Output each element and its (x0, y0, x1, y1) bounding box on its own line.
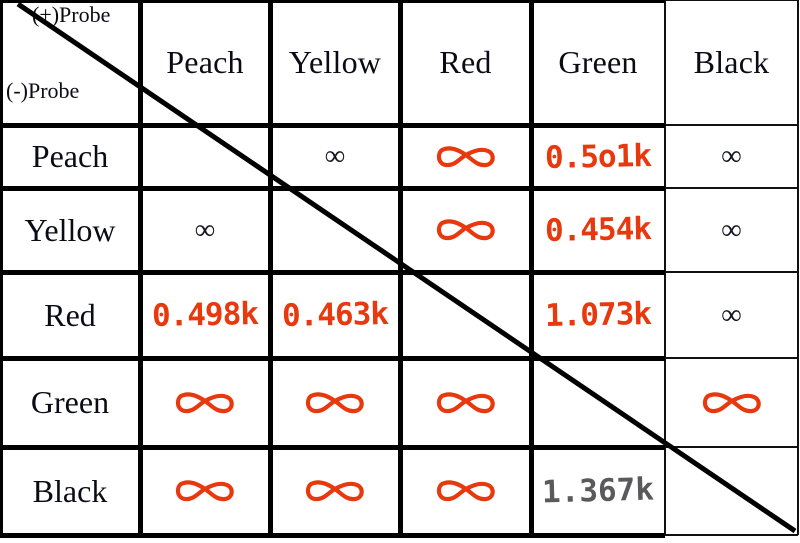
infinity-handwritten-icon (175, 391, 234, 413)
resistance-value: 1.367k (541, 471, 655, 511)
measurement-cell-red-black: ∞ (665, 272, 798, 358)
resistance-value: 0.5o1k (544, 137, 652, 176)
measurement-cell-green-green (531, 358, 665, 447)
measurement-cell-peach-yellow: ∞ (270, 125, 400, 188)
column-header-green: Green (531, 0, 665, 125)
row-header-red: Red (0, 272, 140, 358)
infinity-symbol: ∞ (721, 140, 742, 172)
row-header-label: Red (44, 296, 96, 333)
measurement-cell-black-green: 1.367k (531, 447, 665, 535)
infinity-symbol: ∞ (324, 140, 346, 172)
resistance-value: 0.463k (281, 295, 389, 335)
infinity-symbol: ∞ (721, 213, 742, 246)
column-header-label: Peach (166, 44, 244, 80)
measurement-cell-peach-peach (140, 125, 270, 188)
measurement-cell-yellow-yellow (270, 188, 400, 272)
infinity-handwritten-icon (175, 480, 234, 502)
positive-probe-label: (+)Probe (32, 2, 111, 27)
infinity-handwritten-icon (702, 391, 761, 413)
column-header-label: Yellow (288, 44, 382, 80)
measurement-cell-green-black (665, 358, 798, 447)
measurement-cell-peach-red (400, 125, 531, 188)
resistance-value: 1.073k (544, 295, 652, 335)
measurement-cell-peach-green: 0.5o1k (531, 125, 665, 188)
row-header-label: Peach (31, 138, 109, 174)
measurement-cell-yellow-black: ∞ (665, 188, 798, 272)
row-header-green: Green (0, 358, 140, 447)
infinity-symbol: ∞ (721, 298, 742, 331)
column-header-red: Red (400, 0, 531, 125)
row-header-label: Yellow (24, 211, 116, 248)
measurement-cell-red-peach: 0.498k (140, 272, 270, 358)
infinity-symbol: ∞ (194, 213, 216, 246)
resistance-value: 0.498k (151, 295, 259, 335)
infinity-handwritten-icon (305, 391, 364, 413)
measurement-cell-black-black (665, 447, 798, 535)
measurement-cell-red-green: 1.073k (531, 272, 665, 358)
row-header-label: Black (32, 472, 108, 509)
resistance-matrix-table: (+)Probe (-)Probe Peach Yellow Red Green Bla… (0, 0, 800, 543)
measurement-cell-green-red (400, 358, 531, 447)
infinity-handwritten-icon (436, 145, 495, 167)
infinity-handwritten-icon (436, 391, 495, 413)
negative-probe-label: (-)Probe (6, 78, 80, 103)
resistance-value: 0.454k (544, 210, 652, 250)
corner-header-cell: (+)Probe (-)Probe (0, 0, 140, 125)
measurement-cell-yellow-green: 0.454k (531, 188, 665, 272)
row-header-black: Black (0, 447, 140, 535)
row-header-peach: Peach (0, 125, 140, 188)
column-header-peach: Peach (140, 0, 270, 125)
measurement-cell-yellow-peach: ∞ (140, 188, 270, 272)
measurement-cell-red-yellow: 0.463k (270, 272, 400, 358)
row-header-yellow: Yellow (0, 188, 140, 272)
measurement-cell-black-peach (140, 447, 270, 535)
column-header-label: Black (693, 44, 770, 80)
column-header-label: Green (558, 44, 638, 80)
infinity-handwritten-icon (305, 480, 364, 502)
measurement-cell-green-yellow (270, 358, 400, 447)
measurement-cell-yellow-red (400, 188, 531, 272)
column-header-black: Black (665, 0, 798, 125)
measurement-cell-red-red (400, 272, 531, 358)
column-header-yellow: Yellow (270, 0, 400, 125)
infinity-handwritten-icon (436, 480, 495, 502)
column-header-label: Red (439, 44, 492, 80)
measurement-cell-black-red (400, 447, 531, 535)
row-header-label: Green (30, 384, 110, 420)
measurement-cell-black-yellow (270, 447, 400, 535)
infinity-handwritten-icon (436, 219, 495, 241)
measurement-cell-peach-black: ∞ (665, 125, 798, 188)
measurement-cell-green-peach (140, 358, 270, 447)
